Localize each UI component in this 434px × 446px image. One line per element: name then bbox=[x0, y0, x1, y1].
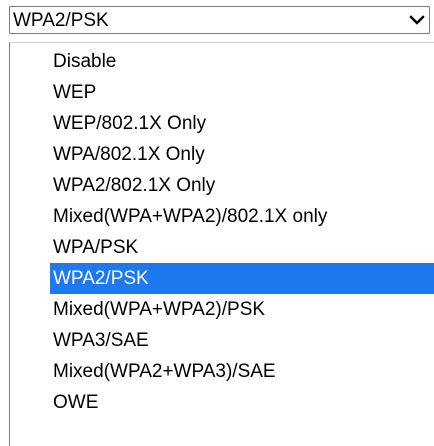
option-mixed-wpa2-wpa3-sae[interactable]: Mixed(WPA2+WPA3)/SAE bbox=[50, 356, 434, 387]
option-owe[interactable]: OWE bbox=[50, 387, 434, 418]
security-mode-select[interactable]: WPA2/PSK bbox=[9, 6, 430, 34]
option-wpa-8021x-only[interactable]: WPA/802.1X Only bbox=[50, 139, 434, 170]
option-mixed-wpa-wpa2-8021x-only[interactable]: Mixed(WPA+WPA2)/802.1X only bbox=[50, 201, 434, 232]
security-mode-options: Disable WEP WEP/802.1X Only WPA/802.1X O… bbox=[9, 42, 434, 446]
option-mixed-wpa-wpa2-psk[interactable]: Mixed(WPA+WPA2)/PSK bbox=[50, 294, 434, 325]
chevron-down-icon[interactable] bbox=[409, 11, 425, 29]
option-wpa2-8021x-only[interactable]: WPA2/802.1X Only bbox=[50, 170, 434, 201]
option-wep[interactable]: WEP bbox=[50, 77, 434, 108]
option-wpa3-sae[interactable]: WPA3/SAE bbox=[50, 325, 434, 356]
option-disable[interactable]: Disable bbox=[50, 46, 434, 77]
option-wpa-psk[interactable]: WPA/PSK bbox=[50, 232, 434, 263]
option-wep-8021x-only[interactable]: WEP/802.1X Only bbox=[50, 108, 434, 139]
option-wpa2-psk[interactable]: WPA2/PSK bbox=[50, 263, 434, 294]
select-current-value: WPA2/PSK bbox=[13, 10, 109, 31]
